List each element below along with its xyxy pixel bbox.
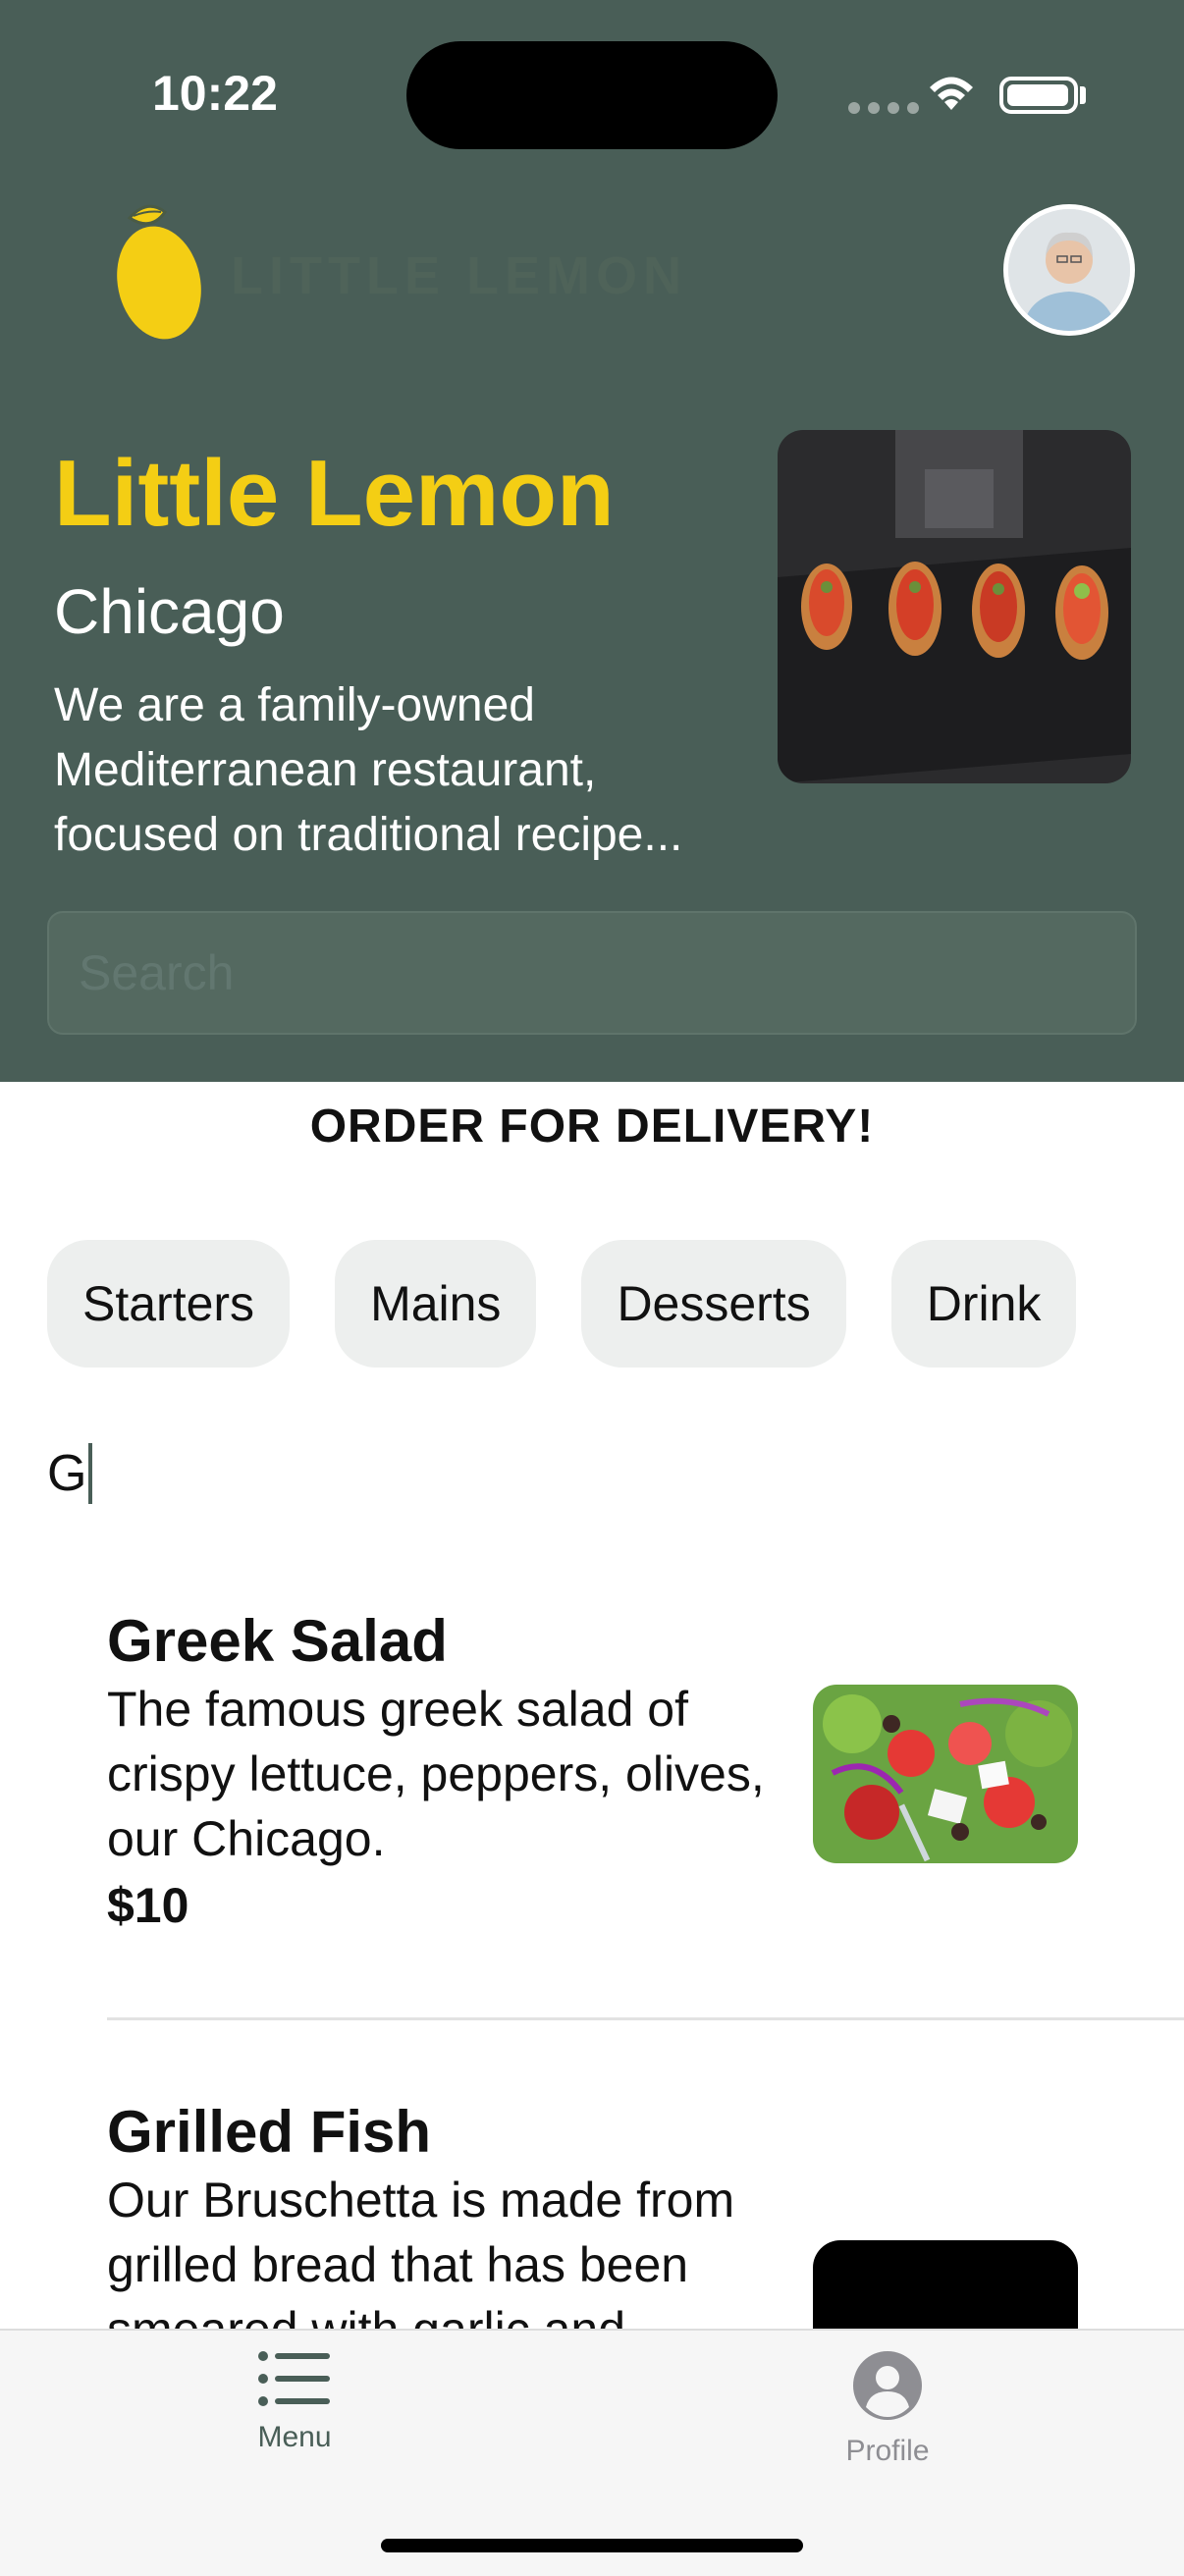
greek-salad-image [813,1685,1078,1863]
tab-menu[interactable]: Menu [177,2350,412,2454]
person-circle-icon [853,2351,922,2420]
description-line: our Chicago. [107,1811,386,1866]
menu-item-name: Grilled Fish [107,2099,432,2165]
tab-profile-label: Profile [845,2435,930,2467]
category-filter-bar: Starters Mains Desserts Drink [47,1240,1121,1368]
hero-food-image [778,430,1131,783]
description-line: crispy lettuce, peppers, olives, [107,1746,765,1801]
category-chip-desserts[interactable]: Desserts [581,1240,846,1368]
filter-text-value: G [47,1445,87,1502]
logo-wordmark: LITTLE LEMON [231,246,687,305]
profile-avatar[interactable] [1003,204,1135,336]
tab-menu-label: Menu [257,2421,332,2453]
restaurant-title: Little Lemon [54,441,615,546]
dynamic-island [406,41,778,149]
text-cursor [88,1443,93,1504]
menu-item-name: Greek Salad [107,1608,448,1674]
description-line: We are a family-owned [54,679,535,731]
wifi-icon [930,77,973,110]
order-section-title: ORDER FOR DELIVERY! [309,1100,875,1153]
category-chip-drink[interactable]: Drink [890,1240,1077,1368]
home-indicator [381,2539,803,2552]
menu-divider [107,2017,1184,2020]
battery-nub [1080,86,1086,104]
menu-item-price: $10 [107,1878,189,1933]
menu-item-description: The famous greek salad of crispy lettuce… [107,1677,794,1871]
search-input[interactable] [47,911,1137,1035]
description-line: focused on traditional recipe... [54,809,683,861]
description-line: The famous greek salad of [107,1682,688,1737]
battery-icon [999,77,1078,114]
tab-profile[interactable]: Profile [770,2350,1005,2468]
list-icon [258,2351,330,2406]
description-line: Our Bruschetta is made from [107,2173,735,2227]
category-chip-mains[interactable]: Mains [335,1240,537,1368]
restaurant-city: Chicago [54,576,285,647]
restaurant-description: We are a family-owned Mediterranean rest… [54,673,761,868]
cellular-signal-icon [848,102,919,114]
description-line: smeared with garlic and [107,2302,626,2333]
menu-item-description: Our Bruschetta is made from grilled brea… [107,2168,794,2333]
avatar-image [1008,209,1130,331]
description-line: Mediterranean restaurant, [54,744,597,796]
lemon-logo-icon [117,204,201,340]
status-time: 10:22 [152,66,278,121]
description-line: grilled bread that has been [107,2237,689,2292]
category-chip-starters[interactable]: Starters [47,1240,291,1368]
filter-text-field[interactable]: G [47,1443,93,1504]
